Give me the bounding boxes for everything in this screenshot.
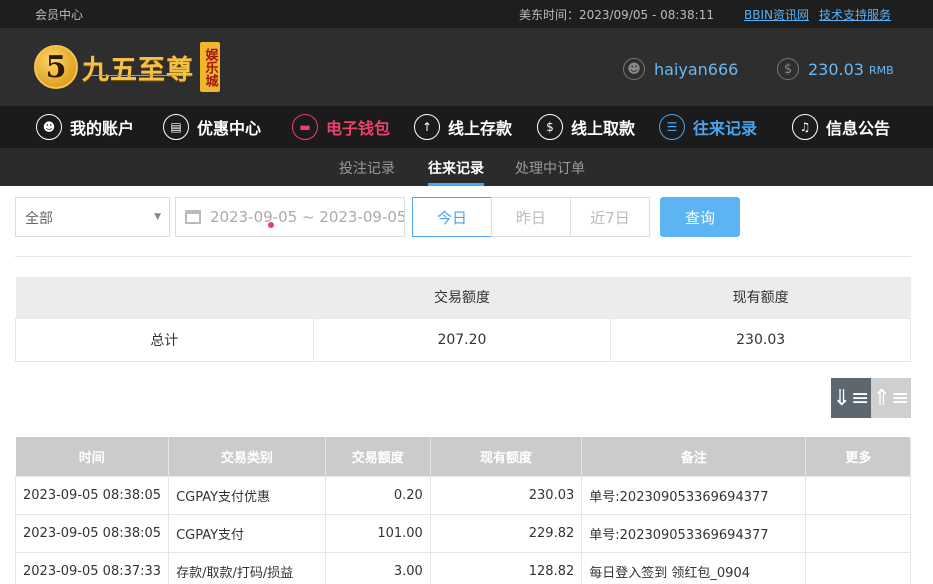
row-remark: 单号:202309053369694377 [581, 475, 807, 515]
nav-label: 线上存款 [448, 119, 513, 138]
table-row: 2023-09-05 08:37:33 存款/取款/打码/损益 3.00 128… [14, 551, 911, 584]
tab-transaction-records[interactable]: 往来记录 [428, 158, 484, 178]
nav-label: 电子钱包 [326, 119, 391, 138]
caret-down-icon: ▼ [154, 212, 161, 222]
summary-header-balance: 现有额度 [610, 277, 911, 318]
nav-label: 线上取款 [571, 119, 636, 138]
nav-announcements[interactable]: ♫ 信息公告 [792, 106, 890, 148]
date-range-input[interactable]: 2023-09-05 ~ 2023-09-05 [175, 197, 405, 237]
nav-label: 我的账户 [70, 119, 135, 138]
row-amount: 0.20 [324, 475, 431, 515]
nav-promotions[interactable]: ▤ 优惠中心 [163, 106, 261, 148]
row-balance: 230.03 [429, 475, 583, 515]
row-more[interactable] [805, 551, 911, 584]
logo-ornament [90, 75, 180, 81]
balance-info: $ 230.03 RMB [777, 58, 894, 80]
nav-label: 往来记录 [693, 119, 758, 138]
table-row: 2023-09-05 08:38:05 CGPAY支付优惠 0.20 230.0… [14, 475, 911, 515]
date-range-value: 2023-09-05 ~ 2023-09-05 [210, 208, 405, 226]
row-type: 存款/取款/打码/损益 [168, 551, 326, 584]
withdraw-icon: $ [537, 114, 563, 140]
sort-ascending-icon[interactable]: ⇑≡ [871, 378, 911, 418]
yesterday-button[interactable]: 昨日 [491, 197, 571, 237]
row-remark: 单号:202309053369694377 [581, 513, 807, 553]
dollar-icon: $ [777, 58, 799, 80]
nav-records[interactable]: ☰ 往来记录 [659, 106, 757, 148]
tech-support-link[interactable]: 技术支持服务 [819, 6, 891, 23]
main-nav: ☻ 我的账户 ▤ 优惠中心 ▬ 电子钱包 ↑ 线上存款 $ 线上取款 ☰ 往来记… [0, 106, 933, 228]
nav-online-deposit[interactable]: ↑ 线上存款 [414, 106, 512, 148]
logo[interactable]: 5 九五至尊 娱乐城 [34, 42, 220, 92]
deposit-icon: ↑ [414, 114, 440, 140]
row-remark: 每日登入签到 领红包_0904 [581, 551, 807, 584]
row-amount: 3.00 [324, 551, 431, 584]
row-time: 2023-09-05 08:37:33 [14, 551, 170, 584]
row-time: 2023-09-05 08:38:05 [14, 513, 170, 553]
logo-mark: 5 [34, 45, 78, 89]
username: haiyan666 [654, 59, 739, 79]
user-info[interactable]: ☻ haiyan666 [623, 58, 738, 80]
divider [15, 256, 911, 257]
tab-bet-records[interactable]: 投注记录 [339, 158, 395, 178]
row-amount: 101.00 [324, 513, 431, 553]
last-7-days-button[interactable]: 近7日 [570, 197, 650, 237]
table-row: 2023-09-05 08:38:05 CGPAY支付 101.00 229.8… [14, 513, 911, 553]
row-type: CGPAY支付 [168, 513, 326, 553]
nav-e-wallet[interactable]: ▬ 电子钱包 [292, 106, 390, 148]
summary-total-amount: 207.20 [312, 317, 612, 362]
records-icon: ☰ [659, 114, 685, 140]
logo-badge: 娱乐城 [200, 42, 220, 92]
top-bar-right: 美东时间：2023/09/05 - 08:38:11 BBIN资讯网 技术支持服… [519, 6, 891, 23]
type-select[interactable]: 全部 ▼ [15, 197, 170, 237]
top-bar: 会员中心 美东时间：2023/09/05 - 08:38:11 BBIN资讯网 … [0, 0, 933, 28]
transactions-table: 时间 交易类别 交易额度 现有额度 备注 更多 2023-09-05 08:38… [14, 437, 911, 584]
gift-icon: ▤ [163, 114, 189, 140]
nav-online-withdraw[interactable]: $ 线上取款 [537, 106, 635, 148]
summary-total-label: 总计 [15, 317, 314, 362]
search-button[interactable]: 查询 [660, 197, 740, 237]
summary-total-balance: 230.03 [610, 317, 911, 362]
avatar-icon: ☻ [623, 58, 645, 80]
bbin-news-link[interactable]: BBIN资讯网 [744, 6, 809, 23]
today-button[interactable]: 今日 [412, 197, 492, 237]
sub-nav: 投注记录 往来记录 处理中订单 [0, 148, 933, 186]
col-more[interactable]: 更多 [805, 437, 911, 476]
balance-unit: RMB [868, 64, 894, 77]
row-more[interactable] [805, 475, 911, 515]
member-center-title: 会员中心 [35, 8, 84, 22]
summary-row: 总计 207.20 230.03 [15, 317, 911, 362]
row-balance: 128.82 [429, 551, 583, 584]
type-select-value: 全部 [25, 211, 53, 227]
summary-header-blank [15, 277, 314, 318]
bell-icon: ♫ [792, 114, 818, 140]
summary-header-amount: 交易额度 [313, 277, 611, 318]
active-tab-indicator [428, 183, 484, 186]
tab-pending-orders[interactable]: 处理中订单 [515, 158, 585, 178]
nav-my-account[interactable]: ☻ 我的账户 [36, 106, 134, 148]
col-amount[interactable]: 交易额度 [325, 437, 431, 476]
balance-amount: 230.03 [808, 59, 864, 79]
col-time[interactable]: 时间 [15, 437, 170, 476]
col-type[interactable]: 交易类别 [168, 437, 326, 476]
col-remark[interactable]: 备注 [581, 437, 807, 476]
nav-label: 优惠中心 [197, 119, 262, 138]
user-icon: ☻ [36, 114, 62, 140]
summary-table: 交易额度 现有额度 总计 207.20 230.03 [15, 277, 911, 362]
sort-descending-icon[interactable]: ⇓≡ [831, 378, 871, 418]
nav-label: 信息公告 [826, 119, 891, 138]
row-more[interactable] [805, 513, 911, 553]
wallet-icon: ▬ [292, 114, 318, 140]
header: 5 九五至尊 娱乐城 ☻ haiyan666 $ 230.03 RMB [0, 28, 933, 106]
row-type: CGPAY支付优惠 [168, 475, 326, 515]
eastern-time: 美东时间：2023/09/05 - 08:38:11 [518, 8, 714, 22]
col-balance[interactable]: 现有额度 [430, 437, 583, 476]
row-time: 2023-09-05 08:38:05 [14, 475, 170, 515]
calendar-icon [185, 210, 201, 224]
row-balance: 229.82 [429, 513, 583, 553]
